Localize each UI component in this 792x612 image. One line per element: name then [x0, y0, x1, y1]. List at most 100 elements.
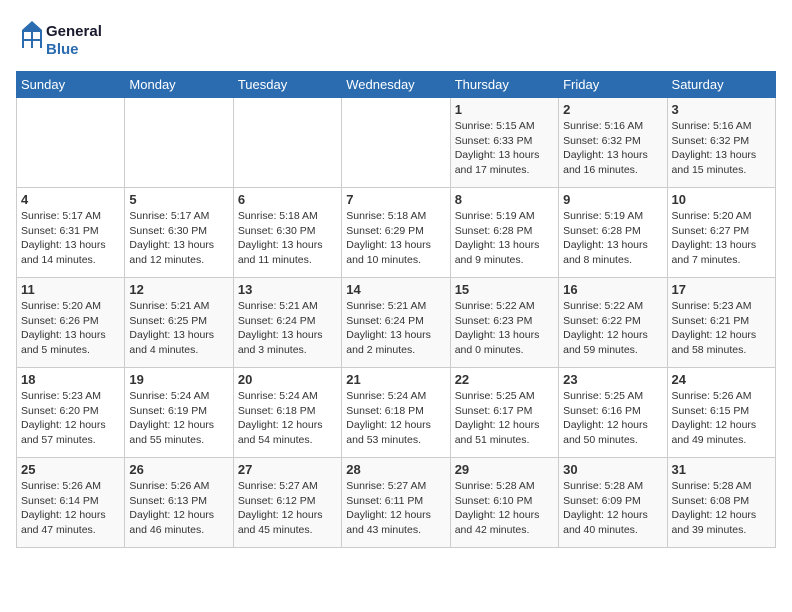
day-info: Sunrise: 5:22 AMSunset: 6:23 PMDaylight:… — [455, 299, 554, 358]
calendar-cell — [125, 98, 233, 188]
calendar-table: SundayMondayTuesdayWednesdayThursdayFrid… — [16, 71, 776, 548]
day-info: Sunrise: 5:18 AMSunset: 6:29 PMDaylight:… — [346, 209, 445, 268]
day-number: 18 — [21, 372, 120, 387]
calendar-cell: 21 Sunrise: 5:24 AMSunset: 6:18 PMDayligh… — [342, 368, 450, 458]
day-info: Sunrise: 5:17 AMSunset: 6:31 PMDaylight:… — [21, 209, 120, 268]
day-number: 30 — [563, 462, 662, 477]
day-info: Sunrise: 5:28 AMSunset: 6:09 PMDaylight:… — [563, 479, 662, 538]
day-info: Sunrise: 5:19 AMSunset: 6:28 PMDaylight:… — [563, 209, 662, 268]
day-number: 6 — [238, 192, 337, 207]
day-info: Sunrise: 5:27 AMSunset: 6:12 PMDaylight:… — [238, 479, 337, 538]
calendar-cell: 26Sunrise: 5:26 AMSunset: 6:13 PMDayligh… — [125, 458, 233, 548]
calendar-header: SundayMondayTuesdayWednesdayThursdayFrid… — [17, 72, 776, 98]
day-number: 1 — [455, 102, 554, 117]
calendar-cell: 30 Sunrise: 5:28 AMSunset: 6:09 PMDayligh… — [559, 458, 667, 548]
calendar-cell: 31Sunrise: 5:28 AMSunset: 6:08 PMDayligh… — [667, 458, 775, 548]
calendar-cell: 29 Sunrise: 5:28 AMSunset: 6:10 PMDayligh… — [450, 458, 558, 548]
calendar-cell: 11 Sunrise: 5:20 AMSunset: 6:26 PMDayligh… — [17, 278, 125, 368]
day-number: 13 — [238, 282, 337, 297]
logo: General Blue — [16, 16, 136, 61]
calendar-body: 1Sunrise: 5:15 AMSunset: 6:33 PMDaylight… — [17, 98, 776, 548]
day-info: Sunrise: 5:16 AMSunset: 6:32 PMDaylight:… — [563, 119, 662, 178]
day-info: Sunrise: 5:21 AMSunset: 6:24 PMDaylight:… — [238, 299, 337, 358]
day-info: Sunrise: 5:18 AMSunset: 6:30 PMDaylight:… — [238, 209, 337, 268]
day-number: 21 — [346, 372, 445, 387]
day-info: Sunrise: 5:24 AMSunset: 6:19 PMDaylight:… — [129, 389, 228, 448]
calendar-cell: 4Sunrise: 5:17 AMSunset: 6:31 PMDaylight… — [17, 188, 125, 278]
day-info: Sunrise: 5:20 AMSunset: 6:26 PMDaylight:… — [21, 299, 120, 358]
calendar-cell: 9 Sunrise: 5:19 AMSunset: 6:28 PMDaylight… — [559, 188, 667, 278]
day-info: Sunrise: 5:24 AMSunset: 6:18 PMDaylight:… — [238, 389, 337, 448]
day-number: 3 — [672, 102, 771, 117]
calendar-cell: 27 Sunrise: 5:27 AMSunset: 6:12 PMDayligh… — [233, 458, 341, 548]
calendar-cell: 17 Sunrise: 5:23 AMSunset: 6:21 PMDayligh… — [667, 278, 775, 368]
calendar-cell: 19Sunrise: 5:24 AMSunset: 6:19 PMDayligh… — [125, 368, 233, 458]
day-number: 10 — [672, 192, 771, 207]
day-number: 5 — [129, 192, 228, 207]
day-info: Sunrise: 5:25 AMSunset: 6:17 PMDaylight:… — [455, 389, 554, 448]
day-info: Sunrise: 5:23 AMSunset: 6:21 PMDaylight:… — [672, 299, 771, 358]
calendar-cell: 12 Sunrise: 5:21 AMSunset: 6:25 PMDayligh… — [125, 278, 233, 368]
day-header-saturday: Saturday — [667, 72, 775, 98]
calendar-cell: 15 Sunrise: 5:22 AMSunset: 6:23 PMDayligh… — [450, 278, 558, 368]
logo-svg: General Blue — [16, 16, 136, 61]
week-row-1: 1Sunrise: 5:15 AMSunset: 6:33 PMDaylight… — [17, 98, 776, 188]
calendar-cell — [17, 98, 125, 188]
week-row-3: 11 Sunrise: 5:20 AMSunset: 6:26 PMDayligh… — [17, 278, 776, 368]
day-info: Sunrise: 5:21 AMSunset: 6:25 PMDaylight:… — [129, 299, 228, 358]
day-number: 16 — [563, 282, 662, 297]
day-info: Sunrise: 5:17 AMSunset: 6:30 PMDaylight:… — [129, 209, 228, 268]
calendar-cell: 18 Sunrise: 5:23 AMSunset: 6:20 PMDayligh… — [17, 368, 125, 458]
calendar-cell: 1Sunrise: 5:15 AMSunset: 6:33 PMDaylight… — [450, 98, 558, 188]
svg-text:General: General — [46, 23, 102, 40]
day-number: 23 — [563, 372, 662, 387]
calendar-cell: 7 Sunrise: 5:18 AMSunset: 6:29 PMDaylight… — [342, 188, 450, 278]
day-info: Sunrise: 5:23 AMSunset: 6:20 PMDaylight:… — [21, 389, 120, 448]
week-row-4: 18 Sunrise: 5:23 AMSunset: 6:20 PMDayligh… — [17, 368, 776, 458]
week-row-2: 4Sunrise: 5:17 AMSunset: 6:31 PMDaylight… — [17, 188, 776, 278]
day-info: Sunrise: 5:21 AMSunset: 6:24 PMDaylight:… — [346, 299, 445, 358]
day-number: 9 — [563, 192, 662, 207]
calendar-cell: 24 Sunrise: 5:26 AMSunset: 6:15 PMDayligh… — [667, 368, 775, 458]
calendar-cell: 23 Sunrise: 5:25 AMSunset: 6:16 PMDayligh… — [559, 368, 667, 458]
day-number: 14 — [346, 282, 445, 297]
day-info: Sunrise: 5:16 AMSunset: 6:32 PMDaylight:… — [672, 119, 771, 178]
calendar-cell: 3 Sunrise: 5:16 AMSunset: 6:32 PMDaylight… — [667, 98, 775, 188]
day-header-wednesday: Wednesday — [342, 72, 450, 98]
calendar-cell: 13 Sunrise: 5:21 AMSunset: 6:24 PMDayligh… — [233, 278, 341, 368]
day-info: Sunrise: 5:28 AMSunset: 6:10 PMDaylight:… — [455, 479, 554, 538]
day-number: 11 — [21, 282, 120, 297]
day-number: 24 — [672, 372, 771, 387]
calendar-cell: 6 Sunrise: 5:18 AMSunset: 6:30 PMDaylight… — [233, 188, 341, 278]
day-number: 7 — [346, 192, 445, 207]
day-header-thursday: Thursday — [450, 72, 558, 98]
calendar-cell: 10 Sunrise: 5:20 AMSunset: 6:27 PMDayligh… — [667, 188, 775, 278]
day-number: 20 — [238, 372, 337, 387]
day-number: 28 — [346, 462, 445, 477]
day-info: Sunrise: 5:19 AMSunset: 6:28 PMDaylight:… — [455, 209, 554, 268]
day-header-friday: Friday — [559, 72, 667, 98]
calendar-cell — [342, 98, 450, 188]
day-info: Sunrise: 5:24 AMSunset: 6:18 PMDaylight:… — [346, 389, 445, 448]
day-header-monday: Monday — [125, 72, 233, 98]
day-number: 27 — [238, 462, 337, 477]
calendar-cell: 20 Sunrise: 5:24 AMSunset: 6:18 PMDayligh… — [233, 368, 341, 458]
day-number: 12 — [129, 282, 228, 297]
calendar-cell: 22 Sunrise: 5:25 AMSunset: 6:17 PMDayligh… — [450, 368, 558, 458]
calendar-cell: 8 Sunrise: 5:19 AMSunset: 6:28 PMDaylight… — [450, 188, 558, 278]
day-info: Sunrise: 5:25 AMSunset: 6:16 PMDaylight:… — [563, 389, 662, 448]
day-info: Sunrise: 5:26 AMSunset: 6:13 PMDaylight:… — [129, 479, 228, 538]
calendar-cell: 28Sunrise: 5:27 AMSunset: 6:11 PMDayligh… — [342, 458, 450, 548]
calendar-cell: 25Sunrise: 5:26 AMSunset: 6:14 PMDayligh… — [17, 458, 125, 548]
day-info: Sunrise: 5:22 AMSunset: 6:22 PMDaylight:… — [563, 299, 662, 358]
day-number: 8 — [455, 192, 554, 207]
day-header-sunday: Sunday — [17, 72, 125, 98]
day-number: 29 — [455, 462, 554, 477]
svg-text:Blue: Blue — [46, 41, 79, 58]
day-number: 15 — [455, 282, 554, 297]
day-number: 22 — [455, 372, 554, 387]
day-number: 17 — [672, 282, 771, 297]
calendar-cell: 16 Sunrise: 5:22 AMSunset: 6:22 PMDayligh… — [559, 278, 667, 368]
day-info: Sunrise: 5:26 AMSunset: 6:15 PMDaylight:… — [672, 389, 771, 448]
day-info: Sunrise: 5:20 AMSunset: 6:27 PMDaylight:… — [672, 209, 771, 268]
